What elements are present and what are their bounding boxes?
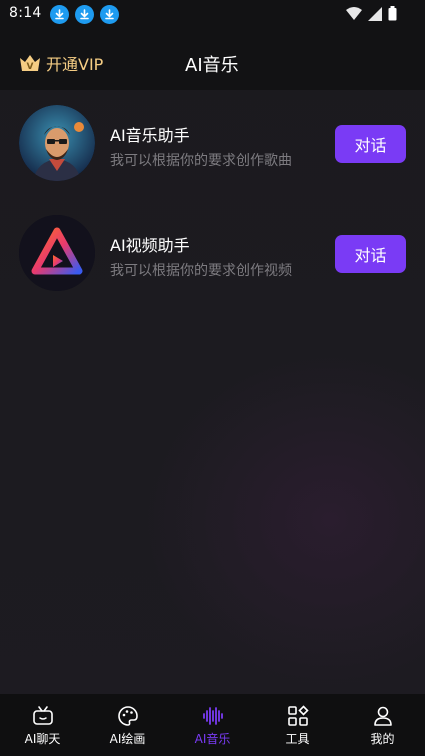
status-time: 8:14 [9, 5, 42, 21]
palette-icon [117, 706, 138, 726]
chat-button-music[interactable]: 对话 [335, 125, 406, 163]
page-title: AI音乐 [185, 55, 239, 76]
assistant-subtitle: 我可以根据你的要求创作歌曲 [110, 153, 292, 169]
battery-icon [388, 6, 397, 21]
svg-text:V: V [27, 62, 34, 72]
vip-label: 开通VIP [46, 55, 104, 74]
assistant-title: AI视频助手 [110, 236, 190, 255]
tab-label: AI聊天 [24, 732, 61, 746]
tab-label: 我的 [370, 732, 395, 746]
waveform-icon [202, 707, 223, 725]
download-icon [50, 5, 69, 24]
assistant-subtitle: 我可以根据你的要求创作视频 [110, 263, 292, 279]
tab-tools[interactable]: 工具 [255, 694, 340, 756]
list-item-music-assistant[interactable]: AI音乐助手 我可以根据你的要求创作歌曲 对话 [0, 90, 425, 200]
tab-ai-music[interactable]: AI音乐 [170, 694, 255, 756]
app-bar: V 开通VIP AI音乐 [0, 28, 425, 90]
download-icon [100, 5, 119, 24]
chat-button-video[interactable]: 对话 [335, 235, 406, 273]
tab-ai-painting[interactable]: AI绘画 [85, 694, 170, 756]
tab-label: 工具 [285, 732, 310, 746]
bottom-tab-bar: AI聊天 AI绘画 AI音乐 工具 我的 [0, 694, 425, 756]
download-icon [75, 5, 94, 24]
tab-ai-chat[interactable]: AI聊天 [0, 694, 85, 756]
user-icon [373, 706, 392, 726]
video-assistant-avatar [19, 215, 95, 291]
vip-button[interactable]: V 开通VIP [18, 51, 103, 75]
tv-icon [32, 706, 53, 725]
status-right-icons [346, 6, 397, 21]
status-bar: 8:14 [0, 0, 425, 28]
signal-icon [368, 6, 382, 21]
list-item-video-assistant[interactable]: AI视频助手 我可以根据你的要求创作视频 对话 [0, 200, 425, 310]
assistant-title: AI音乐助手 [110, 126, 190, 145]
grid-icon [287, 705, 309, 726]
music-assistant-avatar [19, 105, 95, 181]
tab-label: AI音乐 [194, 732, 231, 746]
tab-mine[interactable]: 我的 [340, 694, 425, 756]
wifi-icon [346, 6, 362, 20]
crown-icon: V [20, 55, 40, 72]
tab-label: AI绘画 [109, 732, 146, 746]
